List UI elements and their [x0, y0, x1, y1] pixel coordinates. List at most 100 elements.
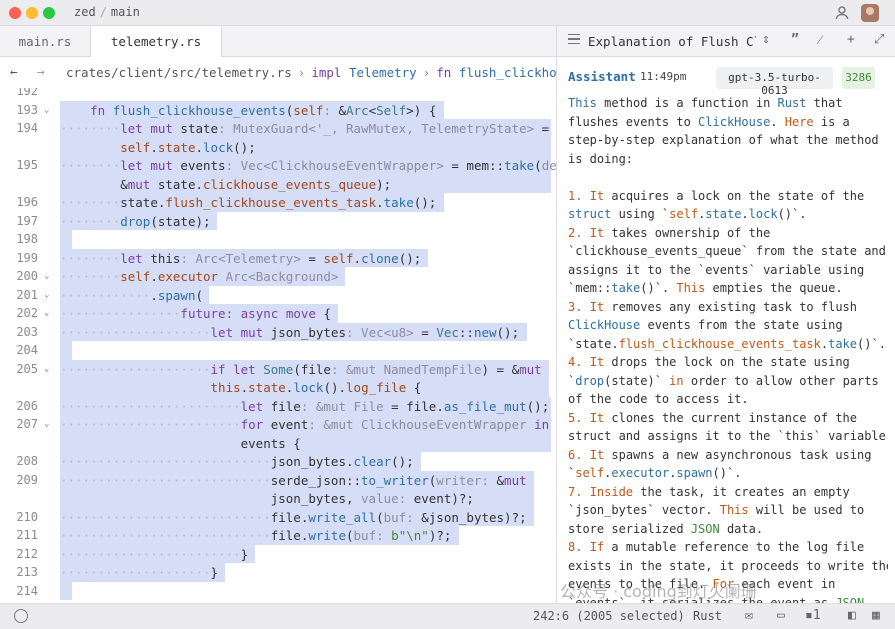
message-line: struct and assigns it to the `this` vari…	[568, 429, 888, 443]
line-number[interactable]: 207	[0, 417, 38, 431]
cursor-position[interactable]: 242:6 (2005 selected)	[533, 609, 685, 623]
line-number[interactable]: 198	[0, 232, 38, 246]
code-line[interactable]: ········drop(state);	[60, 213, 211, 232]
code-line[interactable]: ········state.flush_clickhouse_events_ta…	[60, 194, 436, 213]
assistant-panel-header: Explanation of Flush Click ⇕ ” ⁄ + ⤢	[557, 26, 895, 57]
line-number[interactable]: 199	[0, 251, 38, 265]
message-line: exists in the state, it proceeds to writ…	[568, 558, 888, 573]
line-number[interactable]: 203	[0, 325, 38, 339]
line-number[interactable]: 202	[0, 306, 38, 320]
quote-icon[interactable]: ”	[791, 32, 799, 47]
conversation-title[interactable]: Explanation of Flush Click	[588, 34, 756, 49]
breadcrumb-path[interactable]: crates/client/src/telemetry.rs	[66, 65, 292, 80]
line-number[interactable]: 214	[0, 584, 38, 598]
breadcrumb-bar: ← → crates/client/src/telemetry.rs › impl …	[0, 57, 557, 88]
split-icon[interactable]: ⇕	[762, 32, 770, 47]
tab-telemetry-rs[interactable]: telemetry.rs	[91, 26, 222, 58]
model-badge[interactable]: gpt-3.5-turbo-0613	[716, 67, 833, 97]
line-number[interactable]: 192	[0, 88, 38, 98]
token-count-badge: 3286	[842, 67, 875, 89]
code-line[interactable]: ········let this: Arc<Telemetry> = self.…	[60, 250, 421, 269]
selection-highlight	[60, 581, 72, 600]
feedback-icon[interactable]: ✉	[745, 608, 753, 623]
chevron-right-icon: ›	[422, 65, 431, 80]
code-line[interactable]: fn flush_clickhouse_events(self: &Arc<Se…	[60, 102, 436, 121]
code-line[interactable]: ····················if let Some(file: &m…	[60, 361, 542, 398]
message-role[interactable]: Assistant	[568, 69, 636, 84]
code-line[interactable]: ························}	[60, 546, 248, 565]
menu-icon[interactable]	[568, 34, 580, 44]
notification-count-icon[interactable]: ▪1	[805, 608, 821, 623]
breadcrumb[interactable]: crates/client/src/telemetry.rs › impl Tele…	[66, 65, 557, 80]
language-selector[interactable]: Rust	[693, 609, 722, 623]
editor-tab-bar: main.rs telemetry.rs	[0, 26, 557, 58]
line-number[interactable]: 193	[0, 103, 38, 117]
breadcrumb-fn-keyword: fn	[436, 65, 452, 80]
code-line[interactable]: ····························json_bytes.c…	[60, 453, 414, 472]
chevron-right-icon: ›	[297, 65, 306, 80]
line-number[interactable]: 212	[0, 547, 38, 561]
panel-toggle-icon[interactable]: ◧	[848, 608, 856, 623]
line-number[interactable]: 204	[0, 343, 38, 357]
breadcrumb-fn-name[interactable]: flush_clickhouse_events	[459, 65, 557, 80]
close-window-button[interactable]	[9, 7, 21, 19]
line-number[interactable]: 211	[0, 528, 38, 542]
assistant-message-body[interactable]: This method is a function in Rust that fl…	[568, 94, 888, 604]
fold-chevron-icon[interactable]: ⌄	[44, 105, 49, 115]
code-line[interactable]: ····························file.write(b…	[60, 527, 451, 546]
magic-wand-icon[interactable]: ⁄	[819, 32, 821, 48]
line-number[interactable]: 213	[0, 565, 38, 579]
code-line[interactable]: ················future: async move {	[60, 305, 331, 324]
fold-chevron-icon[interactable]: ⌄	[44, 308, 49, 318]
tab-label: telemetry.rs	[110, 34, 202, 49]
line-number[interactable]: 206	[0, 399, 38, 413]
fold-chevron-icon[interactable]: ⌄	[44, 419, 49, 429]
message-line	[568, 168, 888, 187]
code-line[interactable]: ························for event: &mut …	[60, 416, 557, 453]
tab-main-rs[interactable]: main.rs	[0, 26, 91, 57]
forward-arrow-icon[interactable]: →	[37, 64, 45, 79]
code-line[interactable]: ········self.executor Arc<Background>	[60, 268, 339, 287]
project-name[interactable]: main	[111, 5, 140, 19]
breadcrumb-impl-name[interactable]: Telemetry	[349, 65, 417, 80]
user-icon[interactable]	[834, 5, 850, 21]
line-number[interactable]: 197	[0, 214, 38, 228]
fold-chevron-icon[interactable]: ⌄	[44, 364, 49, 374]
avatar[interactable]	[861, 4, 879, 22]
line-number[interactable]: 196	[0, 195, 38, 209]
code-line[interactable]: ····················let mut json_bytes: …	[60, 324, 519, 343]
plus-icon[interactable]: +	[847, 32, 855, 47]
zoom-window-button[interactable]	[43, 7, 55, 19]
message-line: `self.executor.spawn()`.	[568, 466, 742, 480]
window-title[interactable]: zed / main	[74, 5, 140, 19]
maximize-icon[interactable]: ⤢	[874, 32, 884, 47]
app-name[interactable]: zed	[74, 5, 96, 19]
line-number[interactable]: 208	[0, 454, 38, 468]
line-number[interactable]: 210	[0, 510, 38, 524]
pane-divider[interactable]	[556, 26, 557, 603]
diagnostics-check-icon[interactable]	[14, 609, 28, 623]
line-number[interactable]: 195	[0, 158, 38, 172]
message-line: store serialized JSON data.	[568, 521, 764, 536]
line-number[interactable]: 201	[0, 288, 38, 302]
line-number[interactable]: 209	[0, 473, 38, 487]
selection-highlight	[60, 230, 72, 249]
code-editor[interactable]: 192 193 ⌄ fn flush_clickhouse_events(self:…	[0, 88, 557, 603]
code-line[interactable]: ····················}	[60, 564, 218, 583]
code-line[interactable]: ························let file: &mut F…	[60, 398, 549, 417]
code-line[interactable]: ····························serde_json::…	[60, 472, 527, 509]
code-line[interactable]: ········let mut events: Vec<ClickhouseEv…	[60, 157, 557, 194]
terminal-icon[interactable]: ▭	[777, 608, 785, 623]
code-line[interactable]: ········let mut state: MutexGuard<'_, Ra…	[60, 120, 549, 157]
line-number[interactable]: 205	[0, 362, 38, 376]
message-line: flushes events to ClickHouse. Here is a	[568, 114, 850, 129]
fold-chevron-icon[interactable]: ⌄	[44, 290, 49, 300]
line-number[interactable]: 194	[0, 121, 38, 135]
fold-chevron-icon[interactable]: ⌄	[44, 271, 49, 281]
code-line[interactable]: ····························file.write_a…	[60, 509, 527, 528]
back-arrow-icon[interactable]: ←	[10, 64, 18, 79]
line-number[interactable]: 200	[0, 269, 38, 283]
minimize-window-button[interactable]	[26, 7, 38, 19]
assistant-icon[interactable]: ▦	[872, 608, 880, 623]
code-line[interactable]: ············.spawn(	[60, 287, 203, 306]
